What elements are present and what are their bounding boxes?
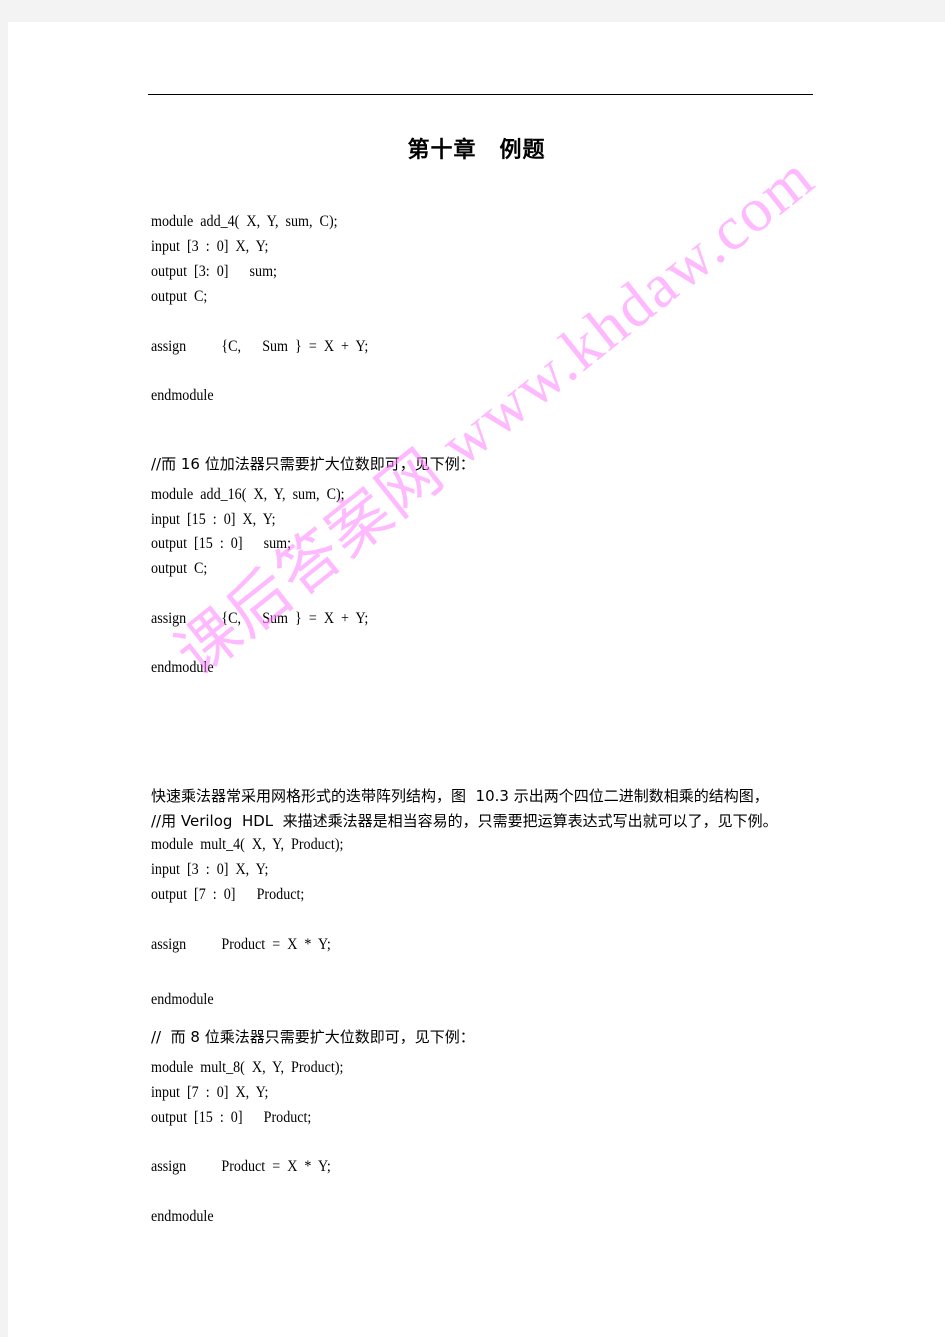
chapter-title: 第十章 例题 (407, 138, 546, 163)
header-rule (148, 94, 813, 95)
code-line: output [3: 0] sum; (151, 263, 277, 280)
code-line: assign Product = X * Y; (151, 1158, 331, 1175)
code-line: output C; (151, 288, 208, 305)
code-line: endmodule (151, 991, 214, 1008)
code-line: input [3 : 0] X, Y; (151, 861, 269, 878)
code-line: endmodule (151, 387, 214, 404)
paragraph-line: //用 Verilog HDL 来描述乘法器是相当容易的，只需要把运算表达式写出… (151, 812, 778, 830)
code-line: assign Product = X * Y; (151, 936, 331, 953)
code-line: assign {C, Sum } = X + Y; (151, 338, 369, 355)
code-line: output [7 : 0] Product; (151, 886, 305, 903)
comment-line: // 而 8 位乘法器只需要扩大位数即可，见下例： (151, 1028, 475, 1046)
code-line: endmodule (151, 1208, 214, 1225)
code-line: module mult_4( X, Y, Product); (151, 836, 344, 853)
comment-line: //而 16 位加法器只需要扩大位数即可，见下例： (151, 455, 475, 473)
code-line: module add_4( X, Y, sum, C); (151, 213, 338, 230)
document-page: 第十章 例题 module add_4( X, Y, sum, C); inpu… (8, 22, 945, 1337)
code-line: module add_16( X, Y, sum, C); (151, 486, 345, 503)
code-line: input [7 : 0] X, Y; (151, 1084, 269, 1101)
code-line: input [15 : 0] X, Y; (151, 511, 276, 528)
code-line: input [3 : 0] X, Y; (151, 238, 269, 255)
code-line: module mult_8( X, Y, Product); (151, 1059, 344, 1076)
code-line: output C; (151, 560, 208, 577)
code-line: output [15 : 0] sum; (151, 535, 292, 552)
code-line: endmodule (151, 659, 214, 676)
code-line: output [15 : 0] Product; (151, 1109, 312, 1126)
code-line: assign {C, Sum } = X + Y; (151, 610, 369, 627)
paragraph-line: 快速乘法器常采用网格形式的迭带阵列结构，图 10.3 示出两个四位二进制数相乘的… (151, 787, 769, 805)
